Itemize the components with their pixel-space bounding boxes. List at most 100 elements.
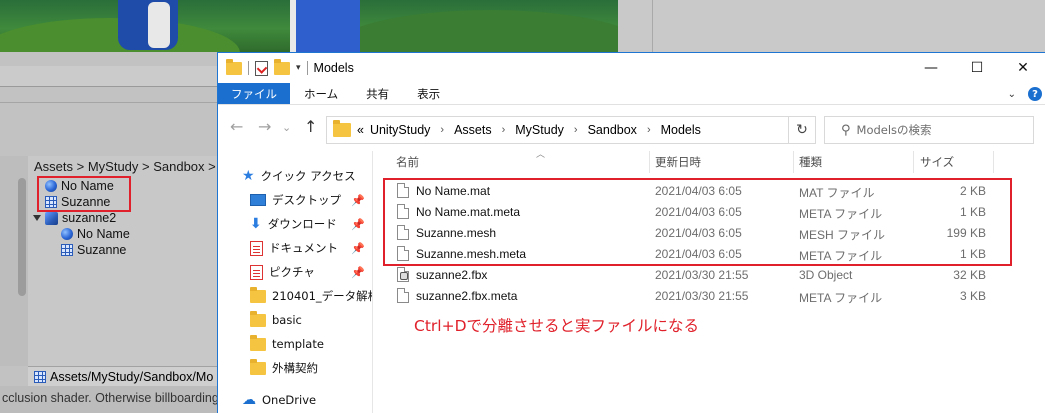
material-sphere-icon [61,228,73,240]
window-controls: — ☐ ✕ [908,53,1045,83]
divider [306,61,308,75]
column-divider[interactable] [649,151,650,173]
properties-icon[interactable] [255,60,268,76]
nav-label: ドキュメント [269,241,338,255]
tab-share[interactable]: 共有 [352,83,403,104]
chevron-right-icon[interactable]: › [574,124,578,136]
close-button[interactable]: ✕ [1000,53,1045,83]
unity-breadcrumb[interactable]: Assets > MyStudy > Sandbox > [34,159,216,174]
unity-asset-label: No Name [77,227,130,241]
file-row[interactable]: suzanne2.fbx 2021/03/30 21:55 3D Object … [374,265,1045,286]
column-header-type[interactable]: 種類 [799,151,822,173]
nav-label: クイック アクセス [260,169,356,183]
unity-tabbar [0,102,217,154]
column-header-name[interactable]: 名前 ︿ [396,150,545,173]
documents-icon [250,240,263,256]
nav-folder-210401[interactable]: 210401_データ解析 [250,285,372,307]
file-name: suzanne2.fbx.meta [416,289,518,303]
file-name: suzanne2.fbx [416,268,488,282]
nav-label: ピクチャ [269,265,315,279]
search-input[interactable]: ⚲ Modelsの検索 [824,116,1034,144]
nav-quick-access[interactable]: ★ クイック アクセス [242,165,372,187]
minimize-button[interactable]: — [908,53,954,83]
forward-button[interactable]: → [258,117,271,136]
folder-icon [250,310,266,327]
chevron-right-icon[interactable]: › [440,124,444,136]
up-button[interactable]: ↑ [304,117,317,136]
unity-path-text: Assets/MyStudy/Sandbox/Mo [50,369,214,384]
pin-icon[interactable]: 📌 [351,242,365,255]
address-crumb[interactable]: UnityStudy [370,123,430,137]
back-button[interactable]: ← [230,117,243,136]
pin-icon[interactable]: 📌 [351,218,365,231]
help-icon[interactable]: ? [1028,87,1042,101]
explorer-titlebar: ▾ Models — ☐ ✕ [218,53,1045,83]
nav-label: basic [272,313,302,327]
address-crumb[interactable]: Models [661,123,701,137]
file-row[interactable]: suzanne2.fbx.meta 2021/03/30 21:55 META … [374,286,1045,307]
mesh-grid-icon [34,370,46,383]
folder-icon [250,334,266,351]
column-divider[interactable] [913,151,914,173]
nav-label: デスクトップ [272,193,341,207]
tab-file[interactable]: ファイル [218,83,290,104]
column-divider[interactable] [993,151,994,173]
highlight-box-explorer [383,178,1012,266]
column-divider[interactable] [793,151,794,173]
nav-folder-basic[interactable]: basic [250,309,372,331]
search-icon: ⚲ [841,122,851,138]
search-placeholder: Modelsの検索 [856,123,932,137]
nav-documents[interactable]: ドキュメント 📌 [250,237,372,259]
file-date: 2021/03/30 21:55 [655,268,749,282]
desktop-icon [250,194,266,206]
annotation-text: Ctrl+Dで分離させると実ファイルになる [414,317,700,335]
folder-icon[interactable] [226,58,242,75]
star-icon: ★ [242,168,255,184]
unity-subasset-no-name[interactable]: No Name [61,227,130,241]
address-overflow[interactable]: « [357,123,364,137]
column-header-date[interactable]: 更新日時 [655,151,701,173]
nav-downloads[interactable]: ⬇ ダウンロード 📌 [250,213,372,235]
nav-desktop[interactable]: デスクトップ 📌 [250,189,372,211]
column-header-size[interactable]: サイズ [920,151,954,173]
address-crumb[interactable]: MyStudy [515,123,564,137]
nav-folder-template[interactable]: template [250,333,372,355]
file-icon [397,288,409,303]
unity-asset-label: suzanne2 [62,211,117,225]
nav-label: OneDrive [262,393,317,407]
tab-view[interactable]: 表示 [403,83,454,104]
recent-locations-icon[interactable]: ⌄ [282,121,291,134]
pin-icon[interactable]: 📌 [351,266,365,279]
unity-asset-label: Suzanne [77,243,127,257]
maximize-button[interactable]: ☐ [954,53,1000,83]
nav-pictures[interactable]: ピクチャ 📌 [250,261,372,283]
unity-asset-suzanne2[interactable]: suzanne2 [33,211,116,225]
address-crumb[interactable]: Assets [454,123,492,137]
pin-icon[interactable]: 📌 [351,194,365,207]
customize-dropdown-icon[interactable]: ▾ [296,63,301,73]
column-header-label: 更新日時 [655,155,701,169]
chevron-right-icon[interactable]: › [502,124,506,136]
unity-side-panel [618,0,1045,52]
address-bar[interactable]: « UnityStudy › Assets › MyStudy › Sandbo… [326,116,810,144]
highlight-box-unity [37,176,131,212]
nav-folder-gaikou[interactable]: 外構契約 [250,357,372,379]
cloud-icon: ☁ [242,392,256,408]
ribbon-expand-icon[interactable]: ⌄ [1008,89,1016,100]
expand-arrow-icon[interactable] [33,215,41,221]
unity-subasset-suzanne[interactable]: Suzanne [61,243,126,257]
new-folder-icon[interactable] [274,58,290,75]
unity-scrollbar[interactable] [18,178,26,296]
folder-icon [250,358,266,375]
ribbon-right-controls: ⌄ ? [1008,83,1042,105]
nav-onedrive[interactable]: ☁ OneDrive [242,389,372,411]
nav-label: ダウンロード [267,217,337,231]
divider [248,61,249,75]
address-crumb[interactable]: Sandbox [588,123,637,137]
download-icon: ⬇ [250,216,262,232]
file-date: 2021/03/30 21:55 [655,289,749,303]
refresh-button[interactable]: ↻ [788,116,816,144]
file-type: META ファイル [799,291,883,305]
tab-home[interactable]: ホーム [290,83,352,104]
chevron-right-icon[interactable]: › [647,124,651,136]
